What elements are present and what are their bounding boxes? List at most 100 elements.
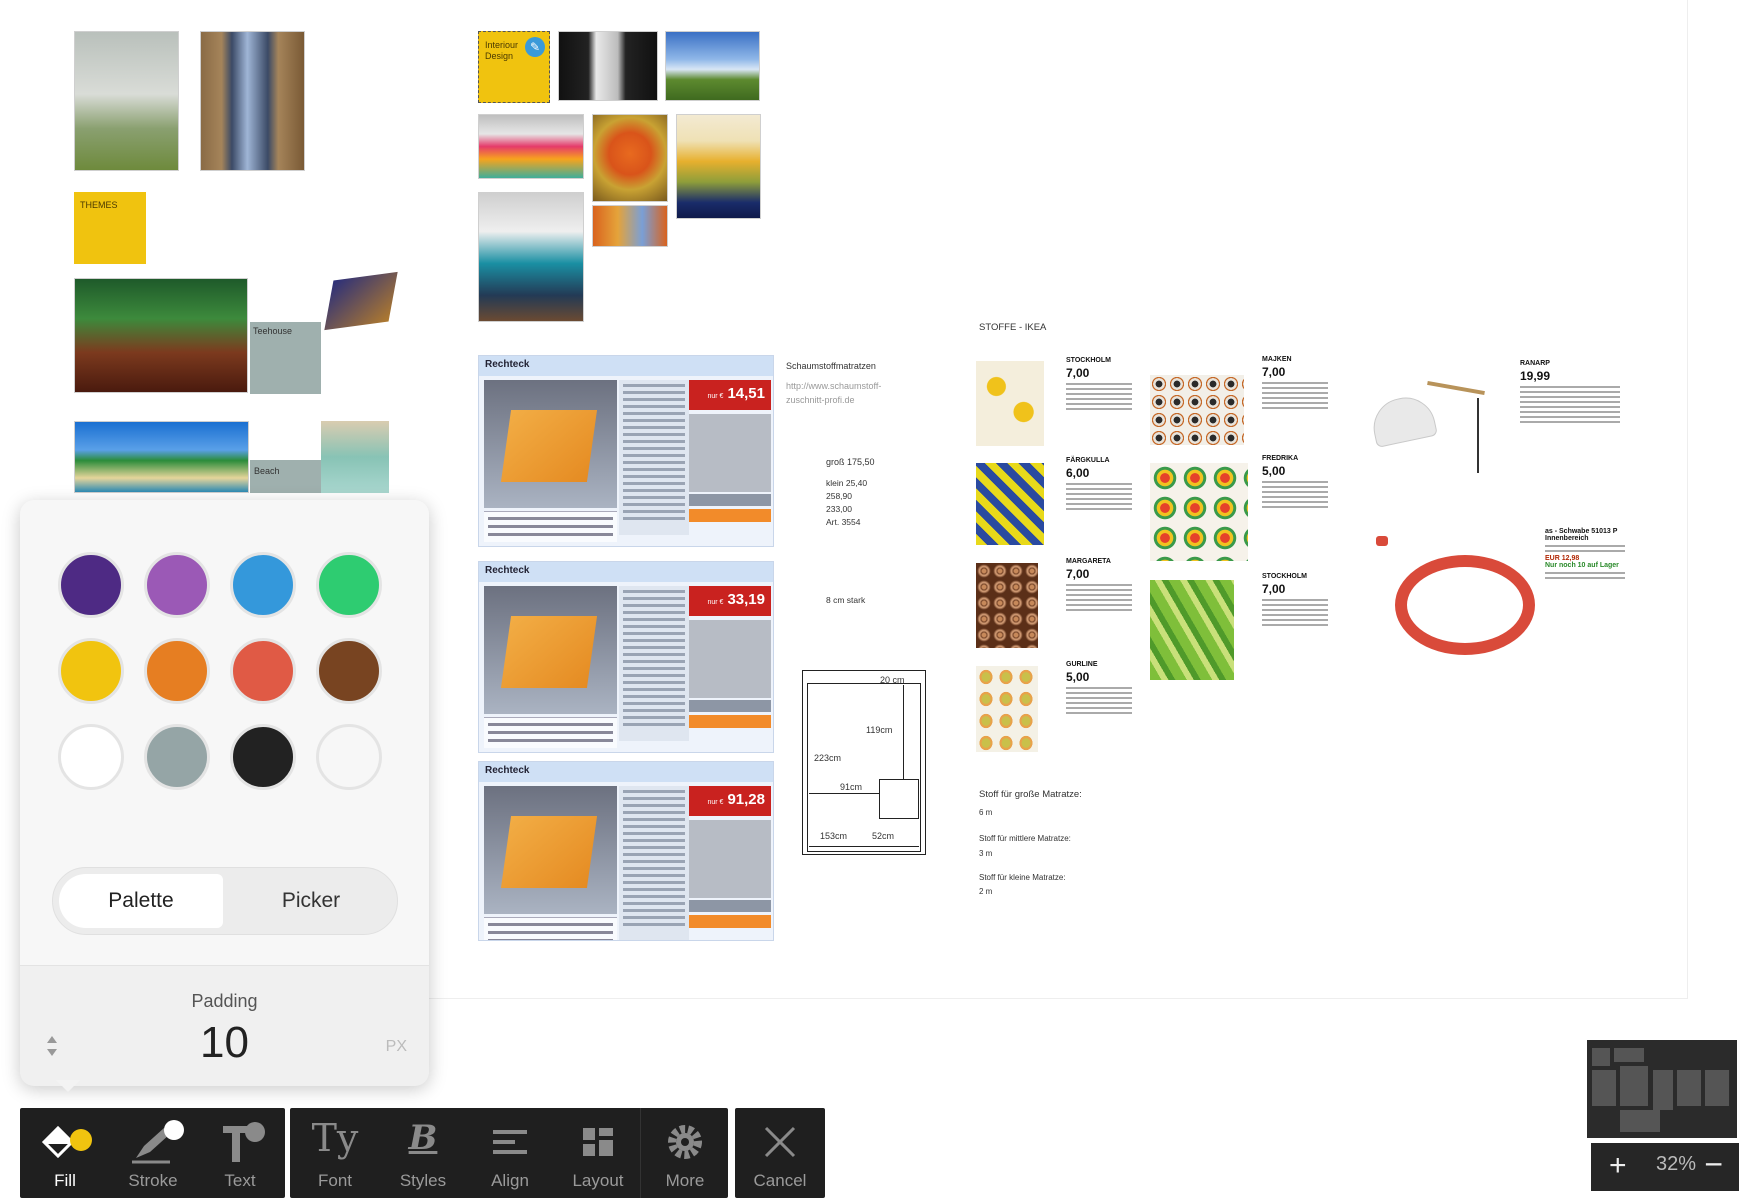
padding-section: Padding 10 PX: [20, 965, 429, 1086]
tab-palette[interactable]: Palette: [59, 874, 223, 928]
image-owl-pillows[interactable]: [592, 205, 668, 247]
color-swatch-brown[interactable]: [316, 638, 382, 704]
cable-info[interactable]: as - Schwabe 51013 P Innenbereich EUR 12…: [1545, 528, 1625, 582]
card-title: Rechteck: [479, 356, 773, 376]
image-colorful-sofa[interactable]: [478, 114, 584, 179]
schaumstoff-url-2[interactable]: zuschnitt-profi.de: [786, 395, 855, 405]
color-swatch-gray[interactable]: [144, 724, 210, 790]
more-button[interactable]: More: [640, 1108, 730, 1198]
zoom-in-button[interactable]: +: [1609, 1149, 1627, 1183]
fabric-logs[interactable]: [976, 563, 1038, 648]
add-to-cart-button[interactable]: [689, 715, 771, 728]
align-left-icon: [493, 1130, 527, 1154]
price-box: nur €91,28: [689, 786, 771, 816]
color-swatch-white[interactable]: [58, 724, 124, 790]
stoff-klein-title: Stoff für kleine Matratze:: [979, 873, 1066, 882]
image-fox-pillow[interactable]: [592, 114, 668, 202]
price-box: nur €14,51: [689, 380, 771, 410]
sketch-label-223cm: 223cm: [814, 753, 842, 763]
fabric-dark-flowers[interactable]: [1150, 375, 1244, 445]
product-card-1[interactable]: Rechteck nur €14,51: [478, 355, 774, 547]
image-green-room[interactable]: [74, 31, 179, 171]
product-card-2[interactable]: Rechteck nur €33,19: [478, 561, 774, 753]
fabric-green-leaves[interactable]: [1150, 580, 1234, 680]
size-klein: klein 25,40: [826, 478, 868, 488]
pen-icon: [132, 1120, 184, 1164]
stepper-icon[interactable]: [46, 1033, 58, 1059]
schaumstoff-url-1[interactable]: http://www.schaumstoff-: [786, 381, 881, 391]
price-box: nur €33,19: [689, 586, 771, 616]
cancel-button[interactable]: Cancel: [735, 1108, 825, 1198]
card-title: Rechteck: [479, 762, 773, 782]
image-window-room[interactable]: [200, 31, 305, 171]
fabric-blue-yellow[interactable]: [976, 463, 1044, 545]
label-beach-box: [250, 460, 321, 493]
size-gross: groß 175,50: [826, 457, 875, 467]
text-color-button[interactable]: Text: [195, 1108, 285, 1198]
ikea-col1-item-1[interactable]: STOCKHOLM 7,00: [1066, 357, 1132, 413]
image-blanket-stack[interactable]: [676, 114, 761, 219]
label-teehouse: Teehouse: [253, 326, 293, 336]
calc-price-button[interactable]: [689, 494, 771, 506]
color-swatch-orange[interactable]: [144, 638, 210, 704]
ikea-col1-item-2[interactable]: FÄRGKULLA 6,00: [1066, 457, 1132, 513]
color-swatch-green[interactable]: [316, 552, 382, 618]
minimap[interactable]: [1587, 1040, 1737, 1138]
add-to-cart-button[interactable]: [689, 509, 771, 522]
layout-button[interactable]: Layout: [553, 1108, 643, 1198]
ikea-col2-item-3[interactable]: STOCKHOLM 7,00: [1262, 573, 1328, 629]
image-folding-mattress[interactable]: [324, 271, 398, 331]
image-cable-plug[interactable]: [1376, 536, 1388, 546]
ikea-col2-item-2[interactable]: FREDRIKA 5,00: [1262, 455, 1328, 511]
align-button[interactable]: Align: [465, 1108, 555, 1198]
stoff-gross-value: 6 m: [979, 808, 993, 817]
color-swatch-red[interactable]: [230, 638, 296, 704]
fill-icon: [41, 1125, 92, 1159]
note-themes[interactable]: THEMES: [74, 192, 146, 264]
ikea-col2-item-1[interactable]: MAJKEN 7,00: [1262, 356, 1328, 412]
gear-icon: [668, 1125, 702, 1159]
fill-button[interactable]: Fill: [20, 1108, 110, 1198]
color-swatch-yellow[interactable]: [58, 638, 124, 704]
color-swatch-none[interactable]: [316, 724, 382, 790]
fill-popover: Palette Picker Padding 10 PX: [20, 500, 429, 1086]
image-teehouse[interactable]: [74, 278, 248, 393]
calc-price-button[interactable]: [689, 900, 771, 912]
foam-image: [484, 380, 617, 508]
text-t-icon: [223, 1122, 265, 1162]
fabric-yellow-flowers[interactable]: [976, 361, 1044, 446]
image-landscape[interactable]: [665, 31, 760, 101]
fabric-leaves[interactable]: [976, 666, 1038, 752]
zoom-out-button[interactable]: −: [1704, 1146, 1723, 1183]
image-woman-sofa[interactable]: [478, 192, 584, 322]
image-black-window[interactable]: [558, 31, 658, 101]
image-sea[interactable]: [321, 421, 389, 493]
color-swatch-black[interactable]: [230, 724, 296, 790]
product-card-3[interactable]: Rechteck nur €91,28: [478, 761, 774, 941]
popover-pointer: [56, 1080, 80, 1092]
thickness-note: 8 cm stark: [826, 595, 866, 605]
ikea-col1-item-3[interactable]: MARGARETA 7,00: [1066, 558, 1132, 614]
font-button[interactable]: Ty Font: [290, 1108, 380, 1198]
ranarp-info[interactable]: RANARP 19,99: [1520, 360, 1620, 426]
color-swatch-blue[interactable]: [230, 552, 296, 618]
tab-picker[interactable]: Picker: [229, 874, 393, 928]
image-cable-reel[interactable]: [1395, 555, 1535, 655]
pencil-icon[interactable]: ✎: [525, 37, 545, 57]
color-swatch-purple[interactable]: [144, 552, 210, 618]
toolbar-cancel-group: Cancel: [735, 1108, 825, 1198]
padding-value[interactable]: 10: [20, 1018, 429, 1068]
close-icon: [764, 1126, 796, 1158]
font-icon: Ty: [311, 1116, 359, 1160]
styles-button[interactable]: B Styles: [378, 1108, 468, 1198]
calc-price-button[interactable]: [689, 700, 771, 712]
size-v2: 233,00: [826, 504, 852, 514]
add-to-cart-button[interactable]: [689, 915, 771, 928]
image-beach[interactable]: [74, 421, 249, 493]
stroke-button[interactable]: Stroke: [108, 1108, 198, 1198]
sketch-label-153cm: 153cm: [820, 831, 848, 841]
image-lamp[interactable]: [1367, 370, 1487, 480]
ikea-col1-item-4[interactable]: GURLINE 5,00: [1066, 661, 1132, 717]
fabric-circles[interactable]: [1150, 463, 1248, 561]
color-swatch-purple-dark[interactable]: [58, 552, 124, 618]
